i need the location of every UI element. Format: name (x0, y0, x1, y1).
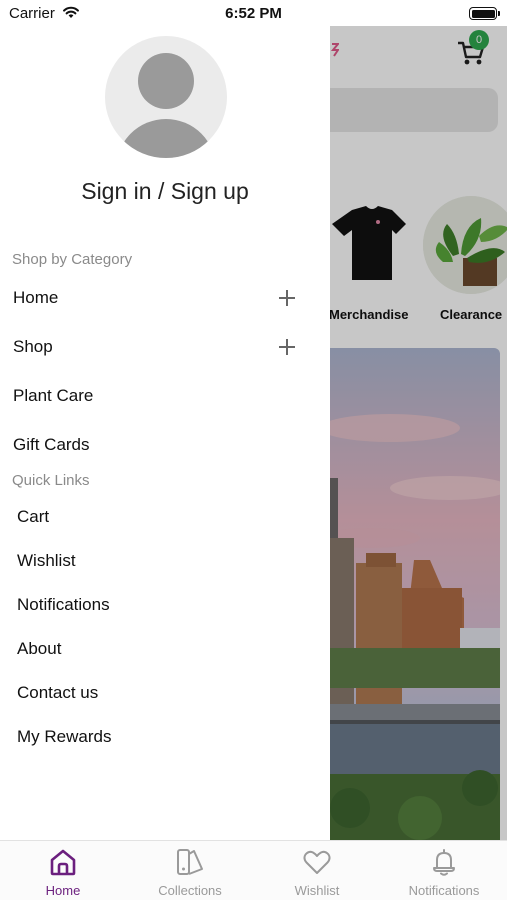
tab-home[interactable]: Home (0, 841, 126, 900)
quick-link-contact-us[interactable]: Contact us (17, 677, 307, 709)
tab-notifications[interactable]: Notifications (381, 841, 507, 900)
quick-link-my-rewards[interactable]: My Rewards (17, 721, 307, 753)
search-bar[interactable] (330, 88, 498, 132)
quick-link-about[interactable]: About (17, 633, 307, 665)
menu-item-gift-cards[interactable]: Gift Cards (13, 429, 313, 461)
menu-item-label: Gift Cards (13, 435, 90, 454)
menu-item-shop[interactable]: Shop (13, 331, 313, 363)
clock: 6:52 PM (225, 5, 282, 22)
menu-item-home[interactable]: Home (13, 282, 313, 314)
heart-icon (303, 850, 331, 874)
bottom-tab-bar: Home Collections Wishlist Notifications (0, 840, 507, 900)
tab-wishlist[interactable]: Wishlist (254, 841, 380, 900)
shop-by-category-heading: Shop by Category (12, 251, 133, 268)
hero-banner-image[interactable] (330, 348, 500, 840)
category-label-merchandise: Merchandise (329, 307, 409, 322)
menu-item-label: Home (13, 288, 59, 307)
tab-label: Home (45, 883, 81, 898)
tab-label: Notifications (408, 883, 480, 898)
expand-plus-icon[interactable] (279, 290, 295, 306)
side-drawer: Sign in / Sign up Shop by Category Home … (0, 26, 330, 840)
home-icon (50, 849, 76, 876)
menu-item-label: Plant Care (13, 386, 94, 405)
tab-collections[interactable]: Collections (127, 841, 253, 900)
tab-label: Collections (158, 883, 222, 898)
quick-link-wishlist[interactable]: Wishlist (17, 545, 307, 577)
menu-item-label: Shop (13, 337, 53, 356)
avatar[interactable] (105, 36, 227, 158)
category-label-clearance: Clearance (440, 307, 503, 322)
quick-links-heading: Quick Links (12, 472, 90, 489)
bell-icon (433, 849, 455, 876)
tshirt-image (332, 206, 406, 280)
status-bar: Carrier 6:52 PM (0, 0, 507, 26)
brand-logo-fragment (331, 43, 339, 57)
menu-item-plant-care[interactable]: Plant Care (13, 380, 313, 412)
expand-plus-icon[interactable] (279, 339, 295, 355)
cart-badge: 0 (469, 30, 489, 50)
avatar-body (116, 119, 216, 158)
merchandise-category-image[interactable] (330, 196, 410, 292)
battery-icon (469, 7, 500, 20)
quick-link-cart[interactable]: Cart (17, 501, 307, 533)
quick-link-notifications[interactable]: Notifications (17, 589, 307, 621)
avatar-head (138, 53, 194, 109)
collections-icon (177, 849, 203, 875)
sign-in-link[interactable]: Sign in / Sign up (0, 178, 330, 205)
city-skyline-image (330, 348, 500, 840)
tab-label: Wishlist (294, 883, 340, 898)
